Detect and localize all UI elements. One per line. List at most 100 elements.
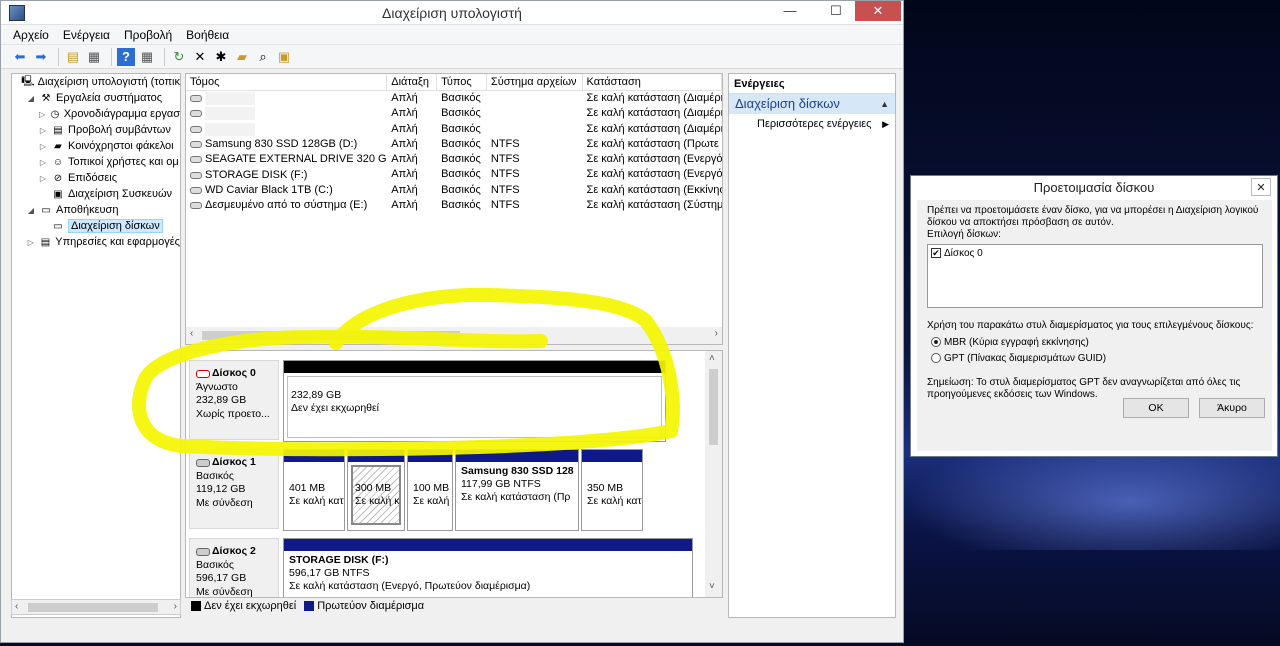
volume-status: Σε καλή κατάσταση (Διαμέρι <box>586 107 722 120</box>
column-header-layout[interactable]: Διάταξη <box>387 74 438 90</box>
tree-item[interactable]: ▷ ⊘ Επιδόσεις <box>12 170 180 186</box>
refresh-icon[interactable]: ↻ <box>170 48 188 66</box>
volume-row[interactable]: SEAGATE EXTERNAL DRIVE 320 GB (I:) Απλή Βα… <box>186 152 722 167</box>
maximize-button[interactable]: ☐ <box>821 1 851 21</box>
tree-item[interactable]: ▷ ▤ Προβολή συμβάντων <box>12 122 180 138</box>
disk-0-list-item[interactable]: ✔ Δίσκος 0 <box>931 248 1259 260</box>
column-header-filesystem[interactable]: Σύστημα αρχείων <box>487 74 583 90</box>
tree-item[interactable]: ▷ ☺ Τοπικοί χρήστες και ομ <box>12 154 180 170</box>
volume-row[interactable]: Απλή Βασικός Σε καλή κατάσταση (Διαμέρι <box>186 106 722 121</box>
column-header-volume[interactable]: Τόμος <box>186 74 388 90</box>
volume-row[interactable]: WD Caviar Black 1TB (C:) Απλή Βασικός NTFS Σ… <box>186 183 722 198</box>
cancel-button[interactable]: Άκυρο <box>1199 398 1265 418</box>
ok-button[interactable]: OK <box>1123 398 1189 418</box>
tree-item[interactable]: ◢ ⚒ Εργαλεία συστήματος <box>12 90 180 106</box>
submenu-arrow-icon: ▶ <box>882 119 889 129</box>
disk-view-vertical-scrollbar[interactable]: ˄ ˅ <box>705 351 722 597</box>
gpt-radio[interactable] <box>931 353 941 364</box>
disk-1-partition-5[interactable]: 350 MB Σε καλή κατάσταση <box>581 449 643 531</box>
volume-row[interactable]: STORAGE DISK (F:) Απλή Βασικός NTFS Σε καλή … <box>186 167 722 182</box>
dialog-title-bar[interactable]: Προετοιμασία δίσκου ✕ <box>911 176 1277 200</box>
up-folder-icon[interactable]: ▤ <box>64 48 82 66</box>
partition-size: 401 MB <box>289 482 326 494</box>
actions-header: Ενέργειες <box>729 74 895 94</box>
close-button[interactable]: ✕ <box>855 1 901 21</box>
expand-arrow-icon[interactable]: ◢ <box>26 94 36 103</box>
expand-arrow-icon[interactable]: ▷ <box>38 110 46 119</box>
volume-list-horizontal-scrollbar[interactable]: ‹ › <box>186 327 722 344</box>
wizard-icon[interactable]: ▣ <box>275 48 293 66</box>
properties-icon[interactable]: ▦ <box>138 48 156 66</box>
volume-filesystem: NTFS <box>490 137 520 150</box>
disk-0-label[interactable]: Δίσκος 0 Άγνωστο 232,89 GB Χωρίς προετο.… <box>189 360 279 440</box>
tree-item[interactable]: ▷ ▤ Υπηρεσίες και εφαρμογές <box>12 234 180 250</box>
column-header-status[interactable]: Κατάσταση <box>583 74 722 90</box>
disk-2-name-text: Δίσκος 2 <box>212 545 256 557</box>
menu-view[interactable]: Προβολή <box>124 28 172 42</box>
scroll-right-icon[interactable]: › <box>715 328 718 339</box>
expand-arrow-icon[interactable]: ▷ <box>38 142 48 151</box>
partition-info: 401 MB Σε καλή κατάσταση (Διαμέρισμα) <box>284 462 344 508</box>
help-icon[interactable]: ? <box>117 47 135 66</box>
partition-status: Δεν έχει εκχωρηθεί <box>291 402 380 414</box>
scroll-up-icon[interactable]: ˄ <box>709 353 715 364</box>
disk-1-partition-2-selected[interactable]: 300 MB Σε καλή κατάσταση <box>347 449 405 531</box>
partition-title: STORAGE DISK (F:) <box>289 554 389 566</box>
tree-item[interactable]: ▷ ▰ Κοινόχρηστοι φάκελοι <box>12 138 180 154</box>
forward-icon[interactable]: ➡ <box>32 48 50 66</box>
expand-arrow-icon[interactable]: ▷ <box>38 174 48 183</box>
tree-item[interactable]: ▭ Διαχείριση δίσκων <box>12 218 180 234</box>
actions-disk-management[interactable]: Διαχείριση δίσκων ▲ <box>729 94 895 114</box>
primary-bar <box>348 450 404 462</box>
scrollbar-thumb[interactable] <box>709 369 718 445</box>
search-icon[interactable]: ⌕ <box>254 48 272 66</box>
scroll-left-icon[interactable]: ‹ <box>15 601 18 612</box>
disk-0-unallocated-partition[interactable]: 232,89 GB Δεν έχει εκχωρηθεί <box>283 360 666 442</box>
tree-item[interactable]: ▷ ◷ Χρονοδιάγραμμα εργασ <box>12 106 180 122</box>
disk-1-partition-samsung[interactable]: Samsung 830 SSD 128 117,99 GB NTFS Σε κα… <box>455 449 579 531</box>
collapse-up-icon[interactable]: ▲ <box>880 94 889 114</box>
disk-1-partition-1[interactable]: 401 MB Σε καλή κατάσταση (Διαμέρισμα) <box>283 449 345 531</box>
delete-icon[interactable]: ✕ <box>191 48 209 66</box>
tree-horizontal-scrollbar[interactable]: ‹ › <box>11 599 181 615</box>
disk-0-checkbox[interactable]: ✔ <box>931 248 941 259</box>
title-bar[interactable]: Διαχείριση υπολογιστή — ☐ ✕ <box>1 1 903 25</box>
disk-2-partition-storage[interactable]: STORAGE DISK (F:) 596,17 GB NTFS Σε καλή… <box>283 538 693 597</box>
expand-arrow-icon[interactable]: ▷ <box>38 158 48 167</box>
tree-item[interactable]: ◢ ▭ Αποθήκευση <box>12 202 180 218</box>
show-hide-tree-icon[interactable]: ▦ <box>85 48 103 66</box>
volume-row[interactable]: Δεσμευμένο από το σύστημα (E:) Απλή Βασικό… <box>186 198 722 213</box>
more-actions[interactable]: Περισσότερες ενέργειες ▶ <box>729 114 895 134</box>
disk-1-partition-3[interactable]: 100 MB Σε καλή κατάσταση <box>407 449 453 531</box>
volume-row[interactable]: Samsung 830 SSD 128GB (D:) Απλή Βασικός NTF… <box>186 137 722 152</box>
minimize-button[interactable]: — <box>775 1 805 21</box>
tree-item[interactable]: 🖳 Διαχείριση υπολογιστή (τοπικ <box>12 74 180 90</box>
back-icon[interactable]: ⬅ <box>11 48 29 66</box>
settings-icon[interactable]: ✱ <box>212 48 230 66</box>
expand-arrow-icon[interactable]: ▷ <box>26 238 36 247</box>
scrollbar-thumb[interactable] <box>28 603 158 612</box>
disk-2-label[interactable]: Δίσκος 2 Βασικός 596,17 GB Με σύνδεση <box>189 538 279 597</box>
scroll-right-icon[interactable]: › <box>174 601 177 612</box>
disk-1-label[interactable]: Δίσκος 1 Βασικός 119,12 GB Με σύνδεση <box>189 449 279 529</box>
storage-icon: ▭ <box>41 204 51 216</box>
mbr-option[interactable]: MBR (Κύρια εγγραφή εκκίνησης) <box>931 337 1262 349</box>
partition-size: 100 MB <box>413 482 450 494</box>
scrollbar-thumb[interactable] <box>202 331 460 340</box>
open-folder-icon[interactable]: ▰ <box>233 48 251 66</box>
dialog-close-icon[interactable]: ✕ <box>1251 178 1271 196</box>
column-header-type[interactable]: Τύπος <box>437 74 487 90</box>
expand-arrow-icon[interactable]: ▷ <box>38 126 48 135</box>
expand-arrow-icon[interactable]: ◢ <box>26 206 36 215</box>
tree-item[interactable]: ▣ Διαχείριση Συσκευών <box>12 186 180 202</box>
volume-row[interactable]: Απλή Βασικός Σε καλή κατάσταση (Διαμέρι <box>186 122 722 137</box>
menu-file[interactable]: Αρχείο <box>13 28 49 42</box>
mbr-radio[interactable] <box>931 337 941 348</box>
menu-action[interactable]: Ενέργεια <box>63 28 110 42</box>
disk-1-state: Με σύνδεση <box>196 496 253 509</box>
gpt-option[interactable]: GPT (Πίνακας διαμερισμάτων GUID) <box>931 353 1262 365</box>
menu-help[interactable]: Βοήθεια <box>186 28 229 42</box>
scroll-down-icon[interactable]: ˅ <box>709 581 715 592</box>
scroll-left-icon[interactable]: ‹ <box>190 328 193 339</box>
volume-row[interactable]: Απλή Βασικός Σε καλή κατάσταση (Διαμέρι <box>186 91 722 106</box>
